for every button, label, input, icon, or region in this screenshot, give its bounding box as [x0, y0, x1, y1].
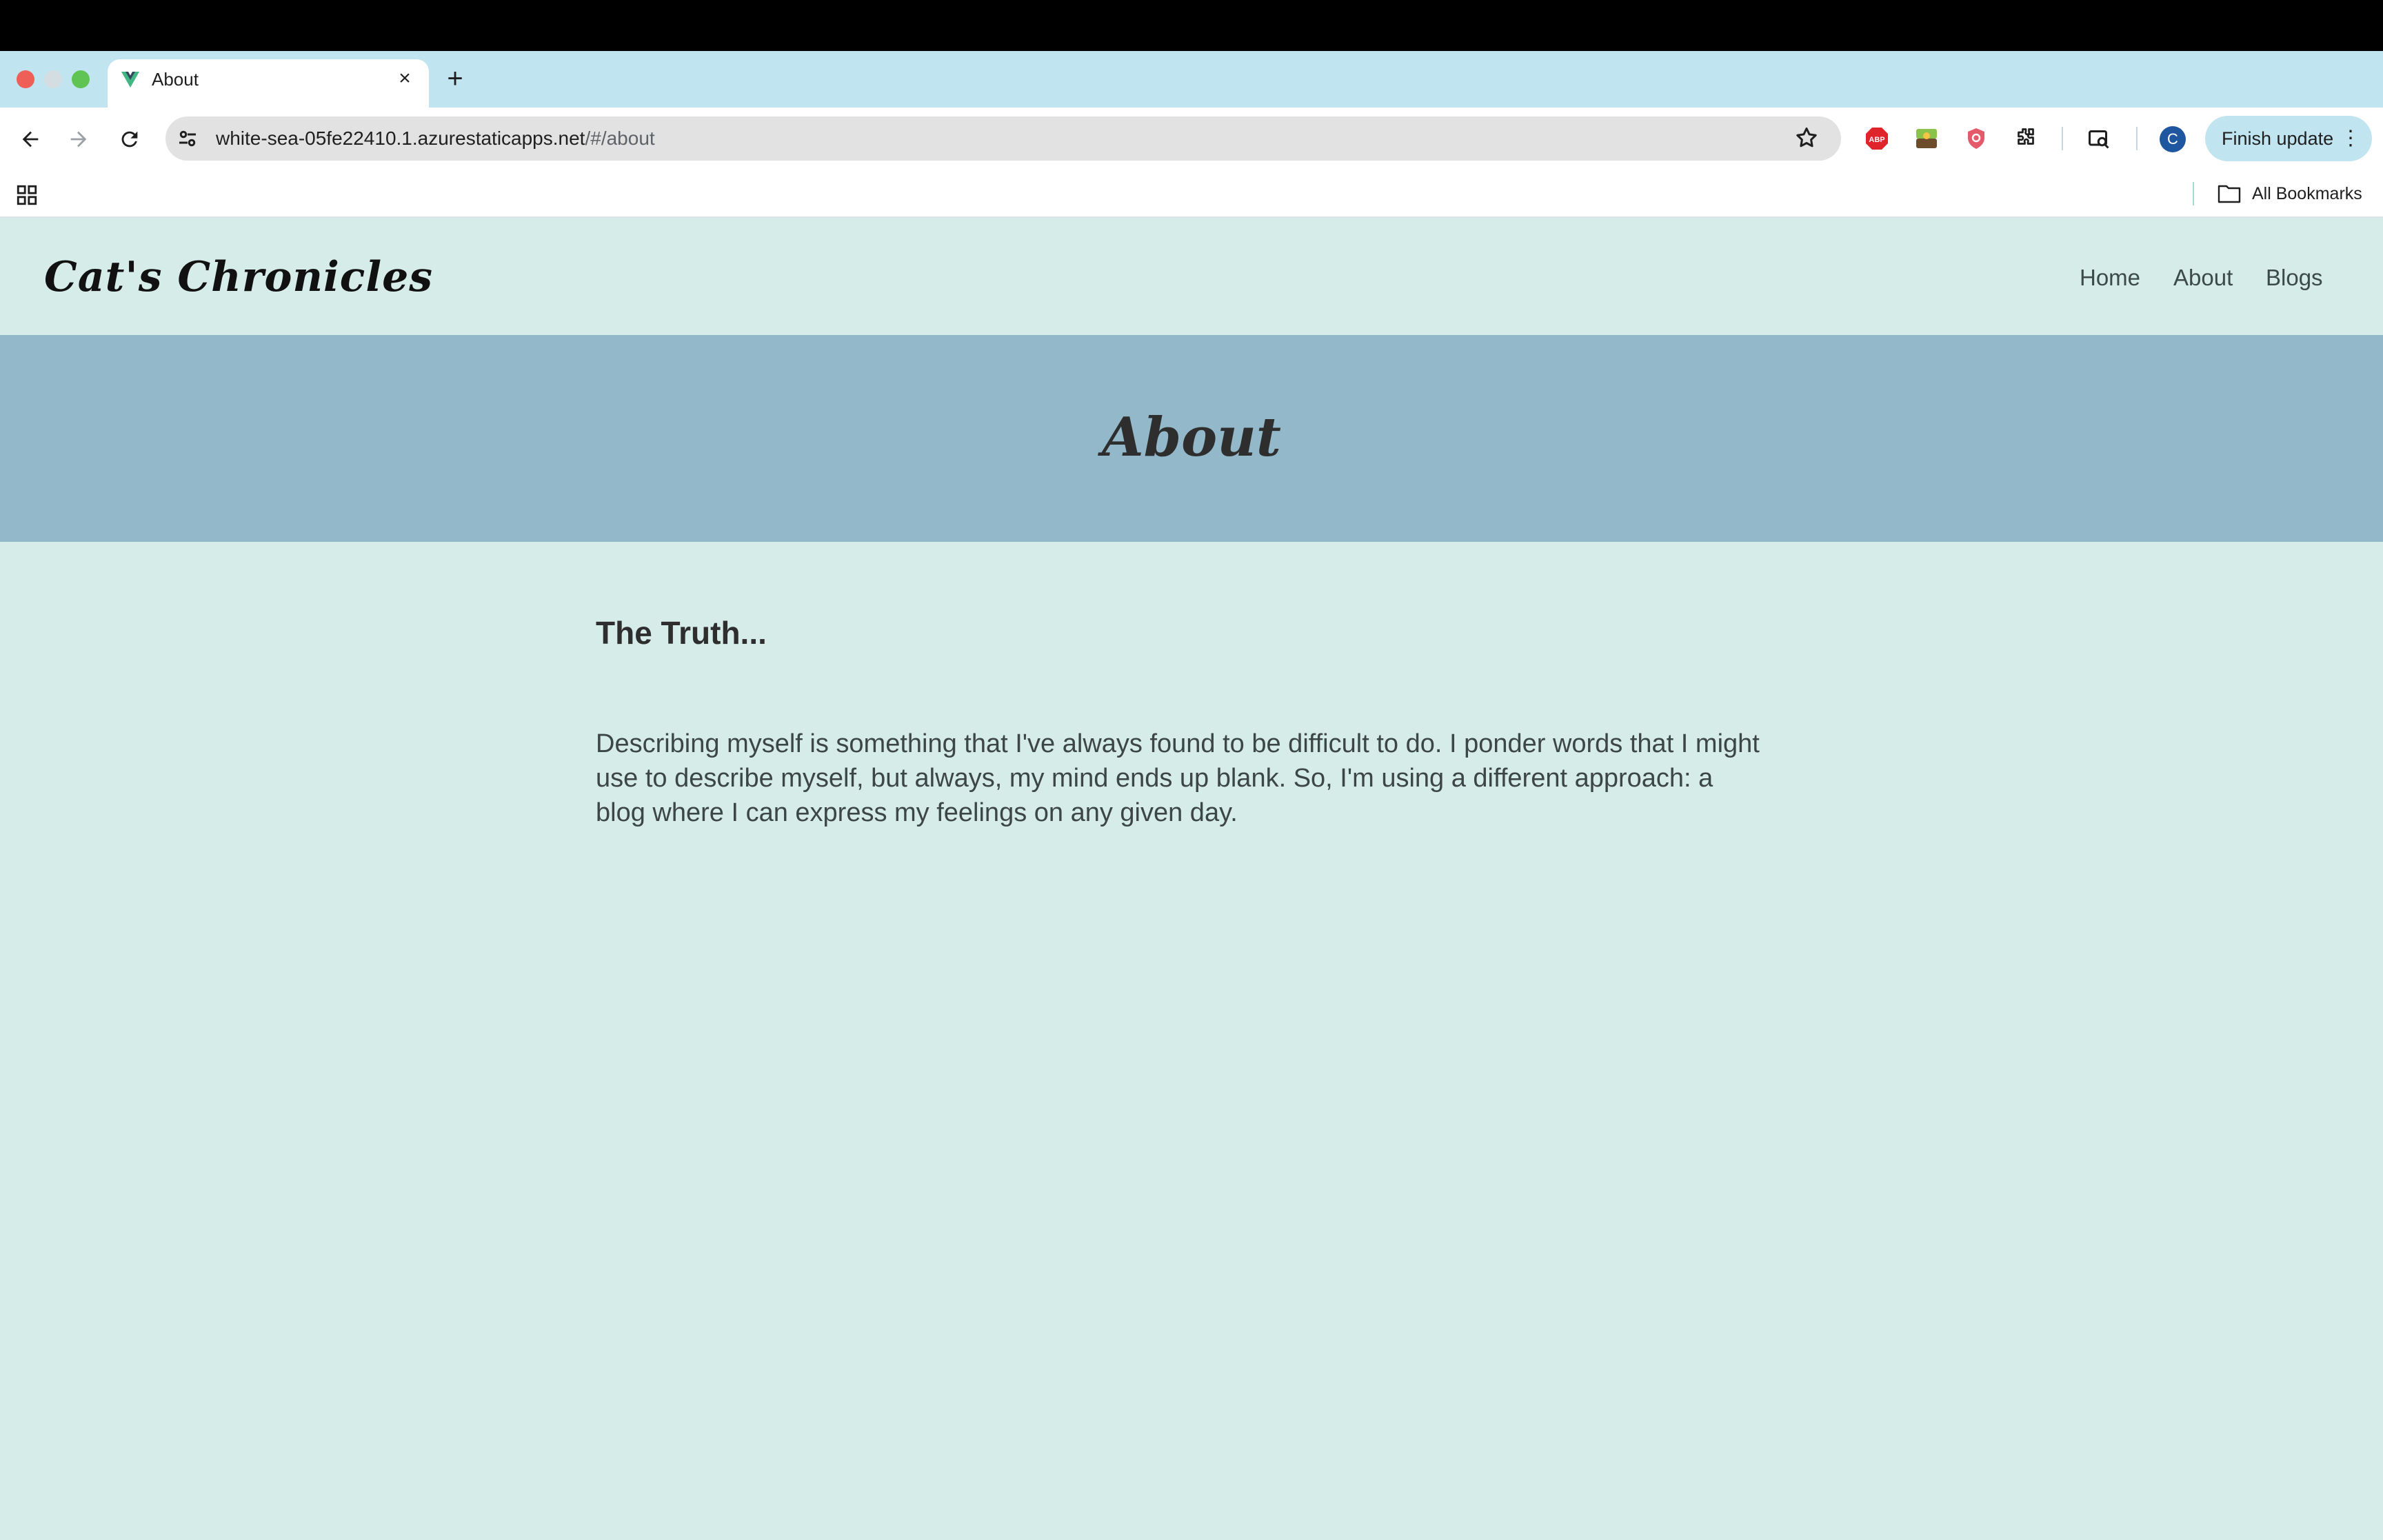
vue-logo-icon — [121, 72, 139, 88]
nav-home-link[interactable]: Home — [2080, 263, 2140, 292]
all-bookmarks-link[interactable]: All Bookmarks — [2252, 183, 2362, 205]
folder-icon — [2218, 185, 2241, 203]
maximize-window-button[interactable] — [72, 70, 90, 88]
close-tab-icon[interactable]: × — [393, 67, 416, 90]
hero-title: About — [1102, 406, 1281, 469]
more-menu-icon: ⋮ — [2340, 127, 2361, 150]
tab-title: About — [152, 69, 199, 90]
minimize-window-button[interactable] — [44, 70, 62, 88]
os-menu-bar — [0, 0, 2383, 51]
apps-grid-icon[interactable] — [15, 183, 39, 207]
toolbar-divider — [2062, 127, 2063, 150]
url-host: white-sea-05fe22410.1.azurestaticapps.ne… — [216, 128, 585, 149]
url-text: white-sea-05fe22410.1.azurestaticapps.ne… — [216, 127, 655, 150]
section-heading: The Truth... — [596, 615, 767, 651]
tune-icon[interactable] — [175, 126, 200, 151]
toolbar-divider — [2136, 127, 2138, 150]
svg-text:ABP: ABP — [1869, 136, 1884, 144]
finish-update-label: Finish update — [2222, 128, 2334, 149]
site-logo[interactable]: Cat's Chronicles — [44, 248, 433, 306]
adblock-icon[interactable]: ABP — [1864, 126, 1889, 151]
nav-blogs-link[interactable]: Blogs — [2266, 263, 2323, 292]
nav-about-link[interactable]: About — [2173, 263, 2233, 292]
url-path: /#/about — [585, 128, 655, 149]
finish-update-button[interactable]: Finish update ⋮ — [2205, 116, 2372, 161]
bookmarks-divider — [2193, 182, 2194, 205]
reload-icon[interactable] — [114, 124, 145, 154]
bookmarks-bar — [0, 170, 2383, 218]
profile-avatar[interactable]: C — [2160, 126, 2186, 152]
section-body: Describing myself is something that I've… — [596, 729, 1760, 827]
new-tab-icon[interactable]: + — [441, 65, 469, 92]
close-window-button[interactable] — [17, 70, 34, 88]
back-arrow-icon[interactable] — [15, 124, 46, 154]
puzzle-icon[interactable] — [2013, 126, 2038, 151]
star-icon[interactable] — [1794, 125, 1819, 150]
forward-arrow-icon[interactable] — [63, 124, 94, 154]
extension-green-icon[interactable] — [1914, 126, 1939, 151]
shield-icon[interactable] — [1964, 126, 1989, 151]
cast-search-icon[interactable] — [2087, 126, 2111, 151]
